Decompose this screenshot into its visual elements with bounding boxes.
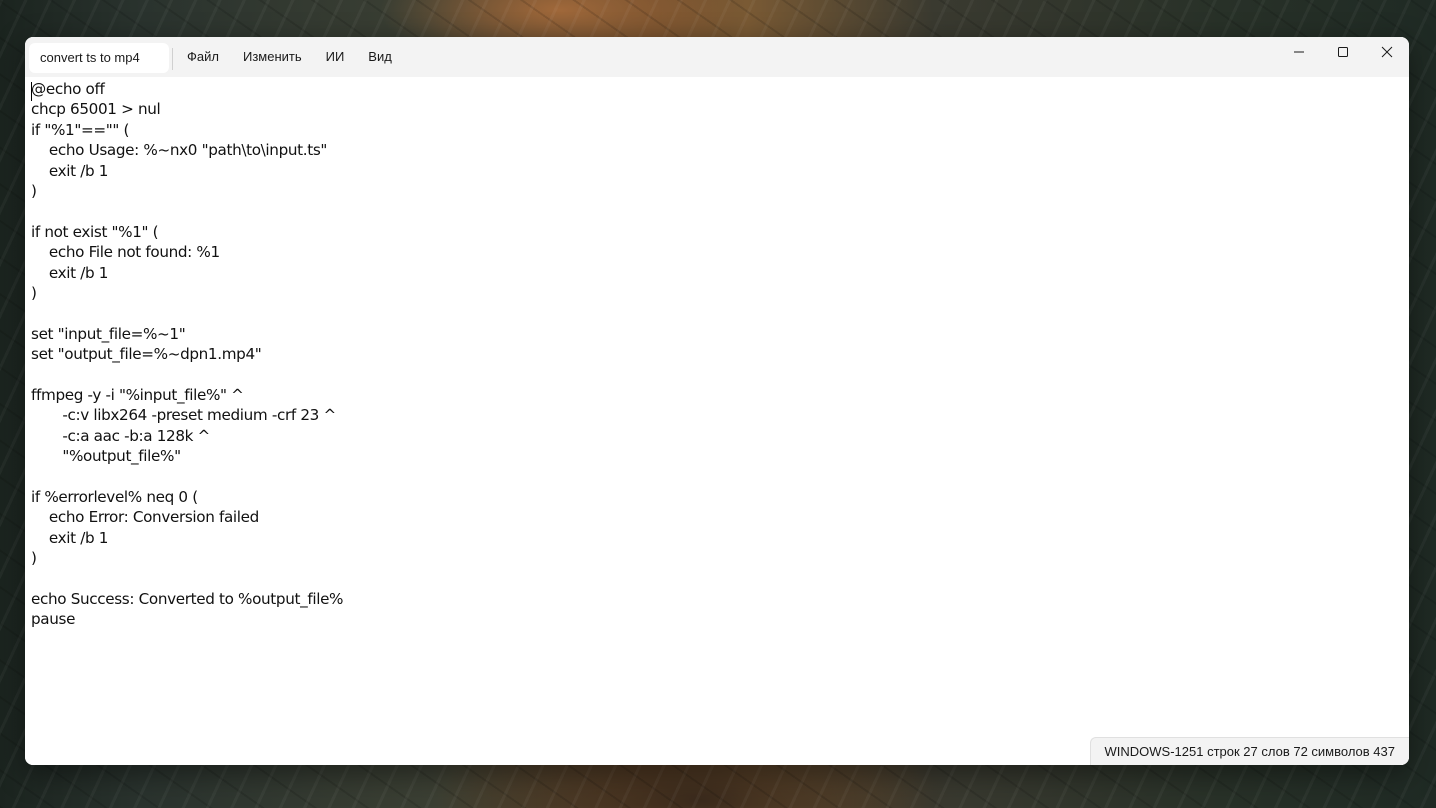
menu-bar: Файл Изменить ИИ Вид (175, 37, 404, 77)
menu-view[interactable]: Вид (356, 37, 404, 77)
editor-line[interactable]: exit /b 1 (31, 161, 1403, 181)
editor-line[interactable] (31, 364, 1403, 384)
window-controls (1277, 37, 1409, 77)
editor-line[interactable]: if %errorlevel% neq 0 ( (31, 487, 1403, 507)
minimize-icon (1294, 51, 1304, 53)
editor-line[interactable]: ffmpeg -y -i "%input_file%" ^ (31, 385, 1403, 405)
menu-ai[interactable]: ИИ (314, 37, 357, 77)
editor-line[interactable]: if not exist "%1" ( (31, 222, 1403, 242)
editor-line[interactable] (31, 201, 1403, 221)
editor-line[interactable]: @echo off (31, 79, 1403, 99)
editor-line[interactable]: set "output_file=%~dpn1.mp4" (31, 344, 1403, 364)
close-icon (1381, 46, 1393, 58)
editor-line[interactable] (31, 466, 1403, 486)
close-button[interactable] (1365, 37, 1409, 67)
editor-line[interactable]: ) (31, 283, 1403, 303)
text-editor[interactable]: @echo off chcp 65001 > nul if "%1"=="" ( e… (25, 77, 1409, 765)
editor-line[interactable]: if "%1"=="" ( (31, 120, 1403, 140)
maximize-button[interactable] (1321, 37, 1365, 67)
status-bar: WINDOWS-1251 строк 27 слов 72 символов 4… (1089, 737, 1409, 765)
editor-line[interactable]: echo Error: Conversion failed (31, 507, 1403, 527)
editor-line[interactable]: -c:v libx264 -preset medium -crf 23 ^ (31, 405, 1403, 425)
tab-separator (172, 48, 173, 70)
document-tab[interactable]: convert ts to mp4 (29, 43, 169, 73)
editor-line[interactable]: set "input_file=%~1" (31, 324, 1403, 344)
text-caret (31, 82, 32, 101)
title-bar[interactable]: convert ts to mp4 Файл Изменить ИИ Вид (25, 37, 1409, 77)
editor-line[interactable]: "%output_file%" (31, 446, 1403, 466)
menu-file[interactable]: Файл (175, 37, 231, 77)
editor-line[interactable] (31, 303, 1403, 323)
editor-line[interactable]: chcp 65001 > nul (31, 99, 1403, 119)
editor-line[interactable]: pause (31, 609, 1403, 629)
menu-edit[interactable]: Изменить (231, 37, 314, 77)
editor-line[interactable] (31, 568, 1403, 588)
editor-line[interactable]: ) (31, 548, 1403, 568)
editor-line[interactable]: echo File not found: %1 (31, 242, 1403, 262)
editor-line[interactable]: echo Usage: %~nx0 "path\to\input.ts" (31, 140, 1403, 160)
editor-line[interactable]: echo Success: Converted to %output_file% (31, 589, 1403, 609)
editor-line[interactable]: ) (31, 181, 1403, 201)
editor-line[interactable]: -c:a aac -b:a 128k ^ (31, 426, 1403, 446)
editor-line[interactable]: exit /b 1 (31, 528, 1403, 548)
minimize-button[interactable] (1277, 37, 1321, 67)
notepad-window: convert ts to mp4 Файл Изменить ИИ Вид @… (25, 37, 1409, 765)
maximize-icon (1338, 47, 1348, 57)
editor-line[interactable]: exit /b 1 (31, 263, 1403, 283)
editor-content[interactable]: @echo off chcp 65001 > nul if "%1"=="" ( e… (31, 79, 1403, 630)
